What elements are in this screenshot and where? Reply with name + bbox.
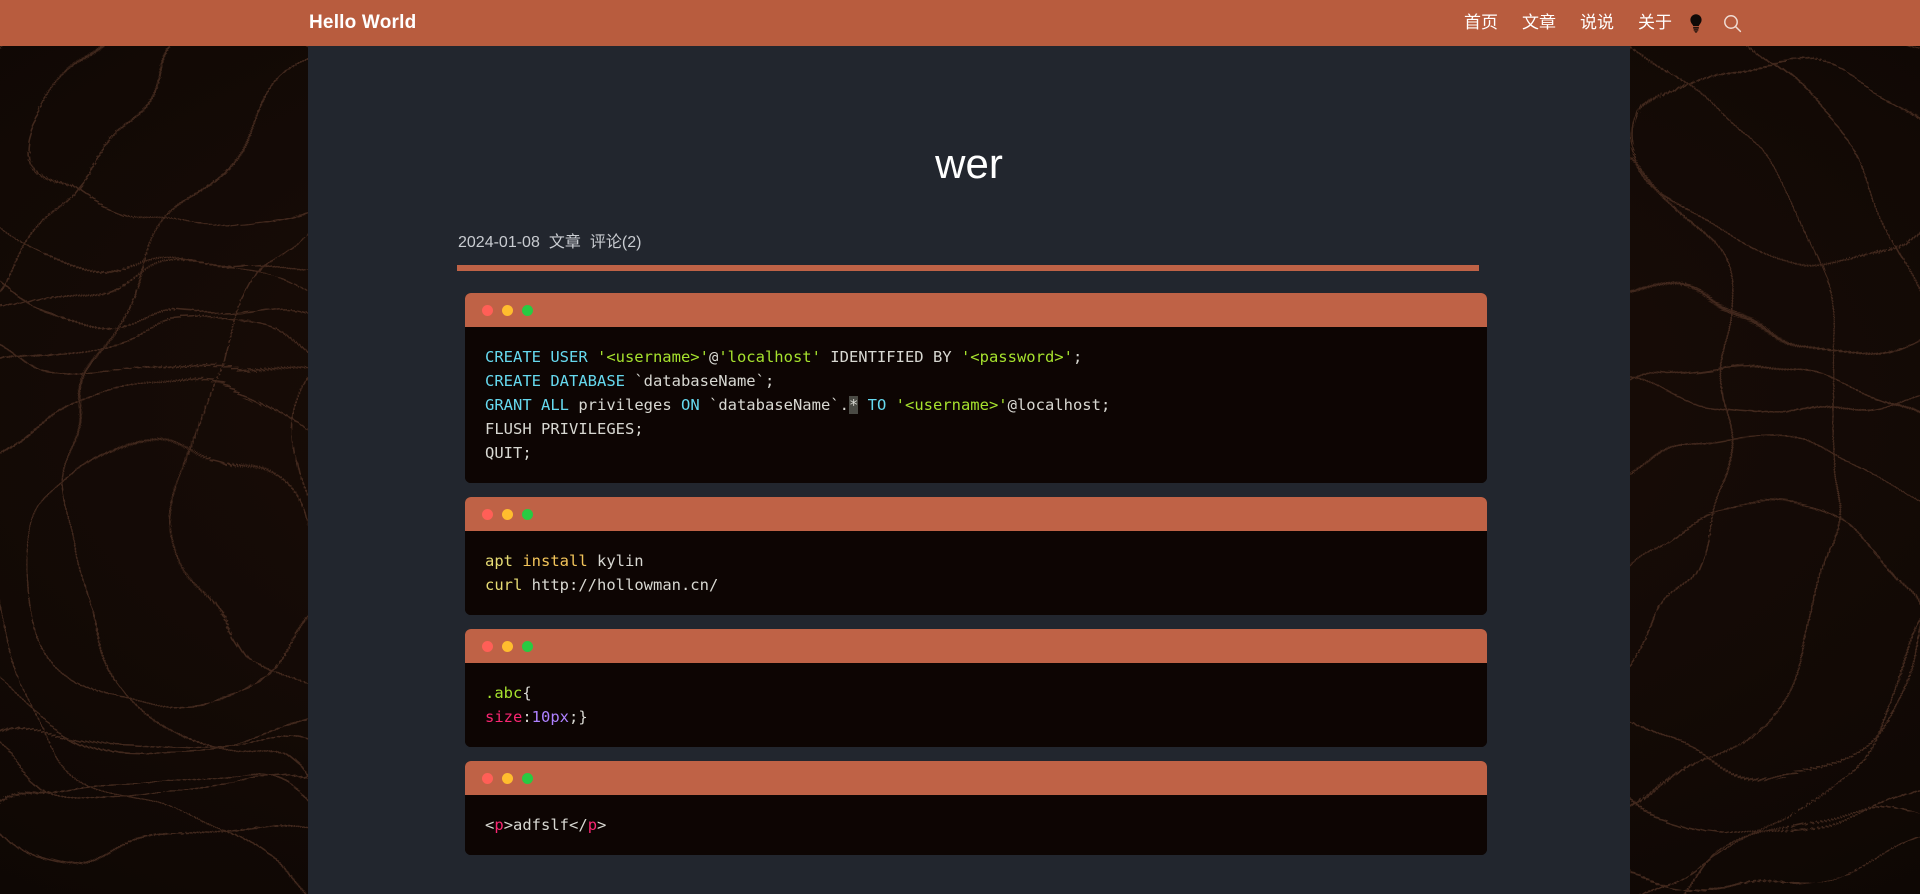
code-token: CREATE DATABASE [485,372,635,390]
close-dot-icon[interactable] [482,772,493,784]
code-token: size [485,708,523,726]
code-line: FLUSH PRIVILEGES; [485,417,1467,441]
code-token: >adfslf</ [503,816,588,834]
code-token: * [848,396,859,414]
site-header: Hello World 首页 文章 说说 关于 [0,0,1920,46]
code-line: GRANT ALL privileges ON `databaseName`.*… [485,393,1467,417]
code-token: ;} [569,708,588,726]
maximize-dot-icon[interactable] [522,508,533,520]
article-category[interactable]: 文章 [549,228,581,252]
code-token: : [522,708,532,726]
code-token: FLUSH PRIVILEGES; [485,420,644,438]
site-title[interactable]: Hello World [309,0,416,46]
code-token: kylin [596,552,644,570]
page-title: wer [935,140,1003,187]
minimize-dot-icon[interactable] [502,772,513,784]
code-token: '<username>' [895,396,1008,414]
code-token: > [597,816,607,834]
search-icon[interactable] [1723,14,1742,33]
code-token: curl [485,576,532,594]
code-body[interactable]: apt install kylin curl http://hollowman.c… [465,531,1487,615]
code-token: '<password>' [960,348,1073,366]
code-token: '<username>' [596,348,709,366]
code-token: privileges [578,396,681,414]
code-block-bash: apt install kylin curl http://hollowman.c… [465,497,1487,615]
code-token: { [522,684,532,702]
article-meta: 2024-01-08 文章 评论(2) [458,228,1630,252]
code-line: curl http://hollowman.cn/ [485,573,1467,597]
minimize-dot-icon[interactable] [502,508,513,520]
code-token: p [587,816,598,834]
close-dot-icon[interactable] [482,508,493,520]
lightbulb-icon[interactable] [1687,13,1705,33]
code-token: @localhost; [1007,396,1111,414]
code-token: @ [708,348,719,366]
code-body[interactable]: CREATE USER '<username>'@'localhost' IDE… [465,327,1487,483]
code-token: IDENTIFIED BY [820,348,961,366]
code-line: CREATE DATABASE `databaseName`; [485,369,1467,393]
article-date: 2024-01-08 [458,234,540,251]
maximize-dot-icon[interactable] [522,772,533,784]
code-token: 10px [531,708,569,726]
code-line: size:10px;} [485,705,1467,729]
code-token: CREATE USER [485,348,597,366]
code-token: p [494,816,504,834]
code-line: apt install kylin [485,549,1467,573]
code-block-html: <p>adfslf</p> [465,761,1487,855]
code-window-titlebar [465,497,1487,531]
nav-link-talks[interactable]: 说说 [1580,0,1614,46]
code-window-titlebar [465,761,1487,795]
nav-link-about[interactable]: 关于 [1638,0,1672,46]
code-token: GRANT ALL [485,396,579,414]
maximize-dot-icon[interactable] [522,640,533,652]
close-dot-icon[interactable] [482,640,493,652]
code-block-list: CREATE USER '<username>'@'localhost' IDE… [465,293,1487,855]
code-token: apt [485,552,523,570]
code-line: QUIT; [485,441,1467,465]
header-tools [1687,0,1742,46]
minimize-dot-icon[interactable] [502,304,513,316]
code-token: QUIT; [485,444,532,462]
code-body[interactable]: .abc{size:10px;} [465,663,1487,747]
code-block-sql: CREATE USER '<username>'@'localhost' IDE… [465,293,1487,483]
code-token: http://hollowman.cn/ [531,576,719,594]
code-token: `databaseName`. [708,396,849,414]
code-token: .abc [485,684,523,702]
meta-divider [457,265,1479,271]
nav-link-home[interactable]: 首页 [1464,0,1498,46]
code-line: CREATE USER '<username>'@'localhost' IDE… [485,345,1467,369]
code-token: TO [867,396,896,414]
code-token: `databaseName`; [634,372,775,390]
code-token: < [485,816,495,834]
minimize-dot-icon[interactable] [502,640,513,652]
code-line: .abc{ [485,681,1467,705]
code-token: ; [1072,348,1083,366]
code-body[interactable]: <p>adfslf</p> [465,795,1487,855]
close-dot-icon[interactable] [482,304,493,316]
code-token: ON [680,396,709,414]
code-window-titlebar [465,293,1487,327]
main-navigation: 首页 文章 说说 关于 [1464,0,1672,46]
article-comments-count[interactable]: 评论(2) [590,228,642,252]
maximize-dot-icon[interactable] [522,304,533,316]
code-block-css: .abc{size:10px;} [465,629,1487,747]
code-line: <p>adfslf</p> [485,813,1467,837]
code-token: install [522,552,597,570]
article-content-panel: wer 2024-01-08 文章 评论(2) CREATE USER '<us… [308,46,1630,894]
code-token: 'localhost' [718,348,821,366]
nav-link-articles[interactable]: 文章 [1522,0,1556,46]
code-window-titlebar [465,629,1487,663]
